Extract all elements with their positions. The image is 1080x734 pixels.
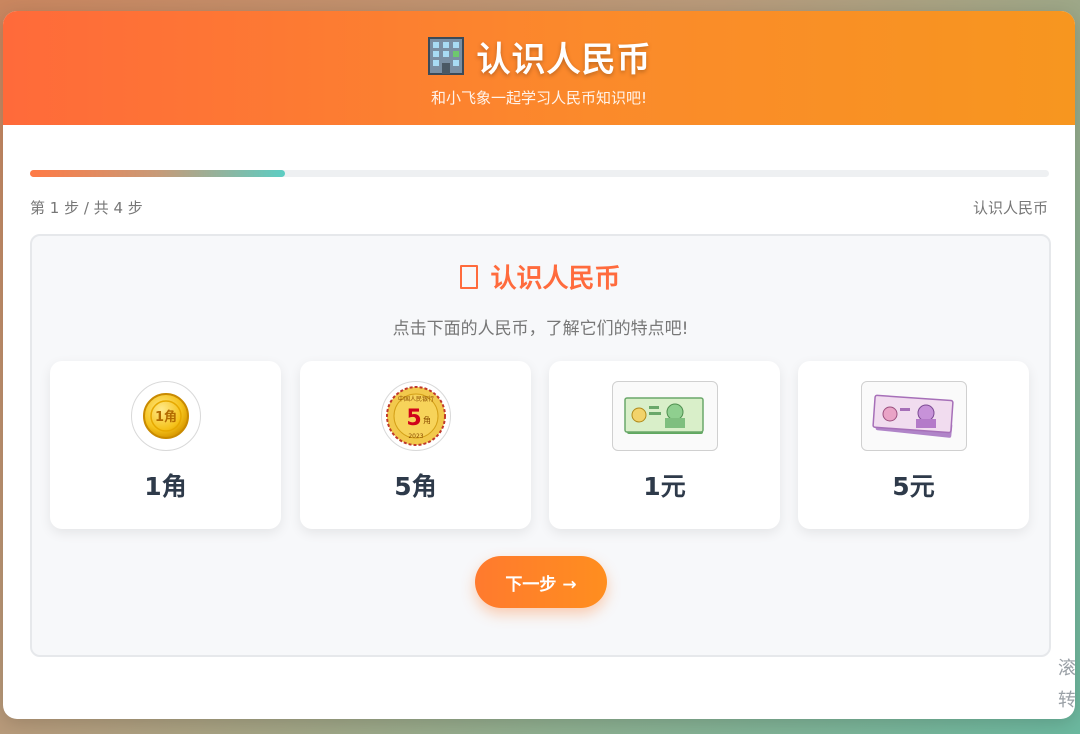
app-card: 认识人民币 和小飞象一起学习人民币知识吧! 第 1 步 / 共 4 步 认识人民… xyxy=(3,11,1075,719)
next-step-button[interactable]: 下一步 → xyxy=(475,556,607,608)
money-label: 1角 xyxy=(144,472,187,501)
step-counter: 第 1 步 / 共 4 步 xyxy=(30,199,143,217)
side-text-1: 滚 xyxy=(1058,658,1076,679)
money-card-1-yuan[interactable]: 1元 xyxy=(549,361,780,529)
banknote-1-yuan-icon xyxy=(611,381,718,451)
lesson-panel: 认识人民币 点击下面的人民币，了解它们的特点吧! 1角 1角 中国人民银行 5 … xyxy=(30,234,1051,657)
svg-text:5: 5 xyxy=(406,406,421,431)
coin-1-jiao-icon: 1角 xyxy=(130,381,201,451)
page-title: 认识人民币 xyxy=(476,39,652,80)
header-banner: 认识人民币 和小飞象一起学习人民币知识吧! xyxy=(3,11,1075,125)
building-icon xyxy=(427,36,465,76)
next-step-label: 下一步 → xyxy=(505,574,577,595)
money-card-1-jiao[interactable]: 1角 1角 xyxy=(50,361,281,529)
panel-title: 认识人民币 xyxy=(32,258,1049,295)
missing-glyph-icon xyxy=(460,265,479,289)
money-label: 5角 xyxy=(394,472,437,501)
progress-fill xyxy=(30,170,285,177)
money-card-5-yuan[interactable]: 5元 xyxy=(798,361,1029,529)
progress-bar xyxy=(30,170,1049,177)
money-list: 1角 1角 中国人民银行 5 角 2023 5角 1元 5元 xyxy=(50,361,1030,531)
money-card-5-jiao[interactable]: 中国人民银行 5 角 2023 5角 xyxy=(300,361,531,529)
step-name: 认识人民币 xyxy=(972,199,1048,217)
title-row: 认识人民币 xyxy=(3,33,1075,80)
svg-text:中国人民银行: 中国人民银行 xyxy=(397,395,433,403)
panel-title-text: 认识人民币 xyxy=(490,264,621,294)
money-label: 5元 xyxy=(892,472,935,501)
svg-text:角: 角 xyxy=(423,415,431,425)
money-label: 1元 xyxy=(643,472,686,501)
page-subtitle: 和小飞象一起学习人民币知识吧! xyxy=(430,89,647,107)
banknote-5-yuan-icon xyxy=(860,381,967,451)
panel-description: 点击下面的人民币，了解它们的特点吧! xyxy=(392,319,689,339)
coin-5-jiao-icon: 中国人民银行 5 角 2023 xyxy=(380,381,451,451)
side-text-2: 转 xyxy=(1058,690,1076,711)
svg-text:2023: 2023 xyxy=(408,433,423,440)
svg-text:1角: 1角 xyxy=(154,409,176,425)
